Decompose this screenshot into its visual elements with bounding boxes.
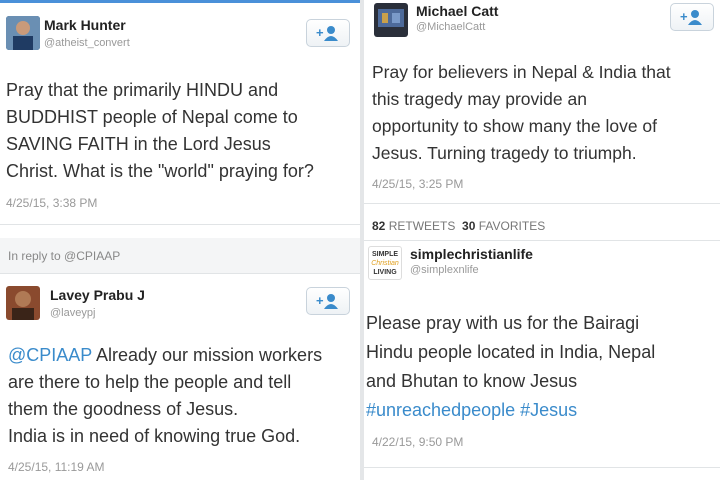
display-name[interactable]: simplechristianlife [410,246,533,262]
follow-button[interactable]: + [306,287,350,315]
favorites-label[interactable]: FAVORITES [479,219,545,233]
tweet-line: SAVING FAITH in the Lord Jesus [6,134,271,154]
engagement-stats: 82 RETWEETS 30 FAVORITES [372,219,545,233]
display-name[interactable]: Mark Hunter [44,17,126,33]
favorite-count[interactable]: 30 [462,219,475,233]
tweet-card-simplechristianlife: SIMPLE Christian LIVING simplechristianl… [364,240,720,480]
tweet-line: Jesus. Turning tragedy to triumph. [372,143,637,163]
retweets-label[interactable]: RETWEETS [389,219,456,233]
reply-context-bar[interactable]: In reply to @CPIAAP [0,238,360,274]
add-user-icon: + [316,25,338,41]
tweet-card-lavey-prabu: In reply to @CPIAAP Lavey Prabu J @lavey… [0,238,360,480]
user-handle[interactable]: @atheist_convert [44,37,130,49]
separator [364,467,720,468]
user-handle[interactable]: @simplexnlife [410,264,479,276]
tweet-line: Pray that the primarily HINDU and [6,80,279,100]
tweet-text: Pray that the primarily HINDU and BUDDHI… [6,77,314,185]
tweet-line: Christ. What is the "world" praying for? [6,161,314,181]
display-name[interactable]: Michael Catt [416,3,498,19]
separator [0,224,360,225]
tweet-text: @CPIAAP Already our mission workers are … [8,342,322,450]
retweet-count[interactable]: 82 [372,219,385,233]
tweet-line: BUDDHIST people of Nepal come to [6,107,298,127]
timestamp[interactable]: 4/25/15, 3:38 PM [6,196,97,210]
tweet-line: @CPIAAP Already our mission workers [8,342,322,369]
display-name[interactable]: Lavey Prabu J [50,287,145,303]
avatar[interactable] [6,286,40,320]
avatar[interactable] [6,16,40,50]
tweet-line: Hindu people located in India, Nepal [366,342,656,362]
hashtag-links[interactable]: #unreachedpeople #Jesus [366,396,655,425]
svg-text:+: + [680,9,688,24]
avatar[interactable] [374,3,408,37]
svg-text:+: + [316,293,324,308]
avatar[interactable]: SIMPLE Christian LIVING [368,246,402,280]
tweet-line: this tragedy may provide an [372,89,587,109]
separator [364,203,720,204]
avatar-logo: SIMPLE Christian LIVING [369,247,401,277]
follow-button[interactable]: + [306,19,350,47]
tweet-card-mark-hunter: Mark Hunter @atheist_convert + Pray that… [0,0,360,238]
tweet-line: Pray for believers in Nepal & India that [372,62,671,82]
tweet-line: opportunity to show many the love of [372,116,658,136]
tweet-line: and Bhutan to know Jesus [366,371,578,391]
tweet-text: Pray for believers in Nepal & India that… [372,59,671,167]
tweet-text: Please pray with us for the Bairagi Hind… [366,309,655,425]
add-user-icon: + [316,293,338,309]
follow-button[interactable]: + [670,3,714,31]
tweet-line-rest: Already our mission workers [91,345,323,365]
avatar-logo-line: LIVING [373,269,397,276]
tweet-line: India is in need of knowing true God. [8,426,301,446]
tweet-line: are there to help the people and tell [8,372,292,392]
timestamp[interactable]: 4/25/15, 3:25 PM [372,177,463,191]
mention-link[interactable]: @CPIAAP [8,345,92,365]
avatar-logo-line: SIMPLE [371,251,399,258]
tweet-line: Please pray with us for the Bairagi [366,313,640,333]
user-handle[interactable]: @MichaelCatt [416,21,485,33]
avatar-logo-line: Christian [371,260,399,267]
reply-context[interactable]: In reply to @CPIAAP [8,249,120,263]
timestamp[interactable]: 4/25/15, 11:19 AM [8,460,105,474]
add-user-icon: + [680,9,702,25]
svg-text:+: + [316,25,324,40]
tweet-card-michael-catt: Michael Catt @MichaelCatt + Pray for bel… [364,0,720,240]
tweet-line: them the goodness of Jesus. [8,399,239,419]
user-handle[interactable]: @laveypj [50,307,95,319]
separator [364,240,720,241]
timestamp[interactable]: 4/22/15, 9:50 PM [372,435,463,449]
